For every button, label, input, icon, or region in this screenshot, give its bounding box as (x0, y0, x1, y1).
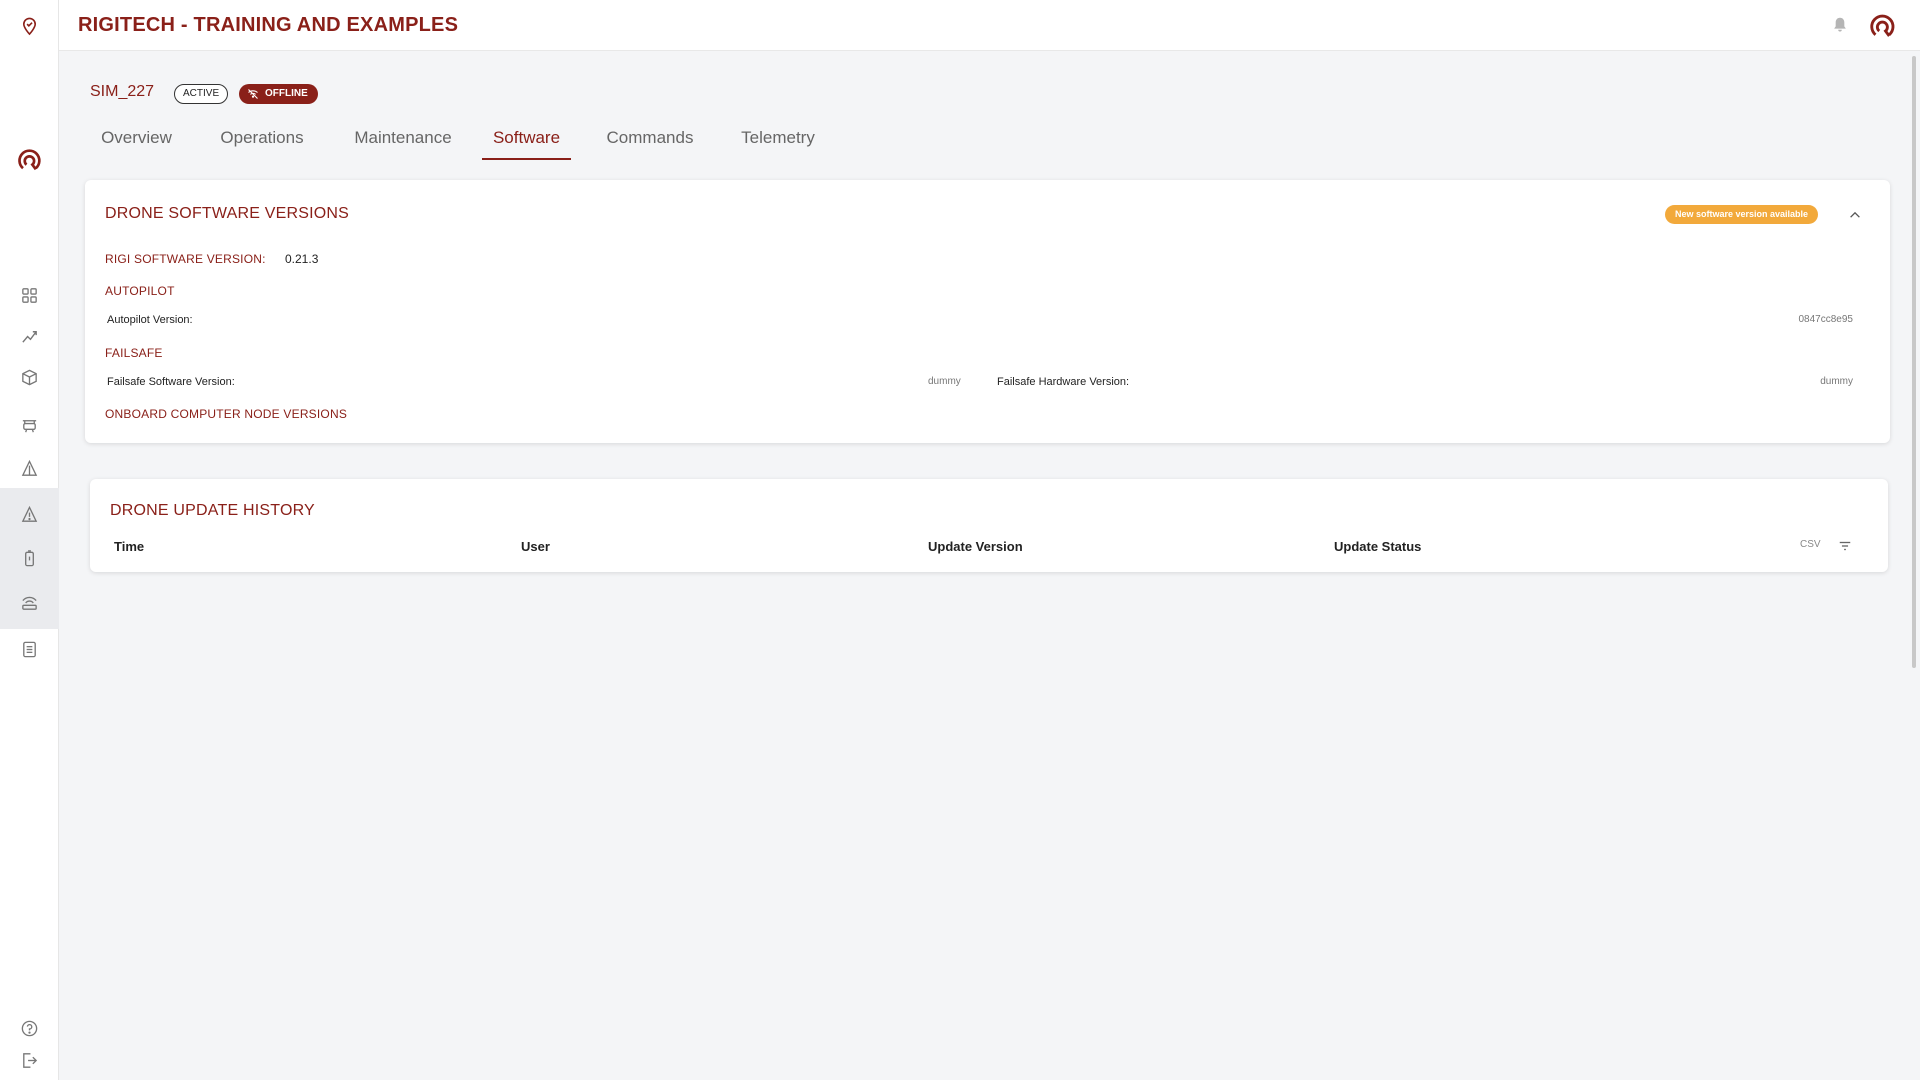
drone-icon[interactable] (0, 406, 59, 444)
column-header-update-version[interactable]: Update Version (928, 539, 1023, 554)
failsafe-software-label: Failsafe Software Version: (107, 376, 235, 388)
tab-operations[interactable]: Operations (208, 118, 316, 160)
rigitech-logo-icon[interactable] (0, 141, 59, 179)
failsafe-section-label: FAILSAFE (105, 346, 163, 360)
autopilot-section-label: AUTOPILOT (105, 284, 175, 298)
column-header-time[interactable]: Time (114, 539, 144, 554)
update-history-title: DRONE UPDATE HISTORY (110, 502, 315, 519)
connection-badge-label: OFFLINE (265, 88, 308, 99)
status-badge-active: ACTIVE (174, 84, 229, 104)
warning-triangle-icon[interactable] (0, 495, 59, 533)
tab-overview[interactable]: Overview (86, 118, 187, 160)
tab-software[interactable]: Software (482, 118, 571, 160)
logout-icon[interactable] (0, 1041, 59, 1079)
user-avatar-logo-icon[interactable] (1867, 10, 1899, 42)
failsafe-hardware-value: dummy (1820, 376, 1853, 387)
package-box-icon[interactable] (0, 358, 59, 396)
update-history-card: DRONE UPDATE HISTORY Time User Update Ve… (90, 479, 1888, 572)
chevron-up-icon[interactable] (1845, 205, 1865, 225)
document-icon[interactable] (0, 630, 59, 668)
new-version-badge[interactable]: New software version available (1665, 205, 1819, 224)
ground-station-icon[interactable] (0, 583, 59, 621)
app-title: RIGITECH - TRAINING AND EXAMPLES (78, 14, 459, 36)
dashboard-grid-icon[interactable] (0, 276, 59, 314)
sidebar (0, 0, 59, 1080)
onboard-computer-section-label: ONBOARD COMPUTER NODE VERSIONS (105, 407, 348, 421)
rigi-version-value: 0.21.3 (285, 252, 319, 266)
top-header: RIGITECH - TRAINING AND EXAMPLES (59, 0, 1920, 51)
autopilot-version-label: Autopilot Version: (107, 314, 193, 326)
autopilot-version-value: 0847cc8e95 (1798, 314, 1854, 325)
software-versions-title: DRONE SOFTWARE VERSIONS (105, 205, 350, 222)
column-header-user[interactable]: User (521, 539, 550, 554)
column-header-update-status[interactable]: Update Status (1334, 539, 1421, 554)
failsafe-hardware-label: Failsafe Hardware Version: (997, 376, 1130, 388)
battery-icon[interactable] (0, 539, 59, 577)
notification-bell-icon[interactable] (1829, 14, 1851, 36)
airspace-triangle-icon[interactable] (0, 449, 59, 487)
location-pin-icon[interactable] (0, 7, 59, 45)
scrollbar-thumb[interactable] (1912, 56, 1916, 668)
tab-maintenance[interactable]: Maintenance (340, 118, 466, 160)
analytics-chart-icon[interactable] (0, 317, 59, 355)
connection-badge-offline: OFFLINE (239, 84, 318, 104)
failsafe-software-value: dummy (928, 376, 961, 387)
tab-commands[interactable]: Commands (594, 118, 706, 160)
wifi-off-icon (248, 89, 258, 99)
tab-telemetry[interactable]: Telemetry (728, 118, 828, 160)
drone-name: SIM_227 (90, 83, 155, 100)
csv-export-button[interactable]: CSV (1800, 539, 1821, 550)
rigi-version-label: RIGI SOFTWARE VERSION: (105, 252, 266, 266)
filter-icon[interactable] (1836, 537, 1854, 555)
software-versions-card: DRONE SOFTWARE VERSIONS New software ver… (85, 180, 1890, 443)
